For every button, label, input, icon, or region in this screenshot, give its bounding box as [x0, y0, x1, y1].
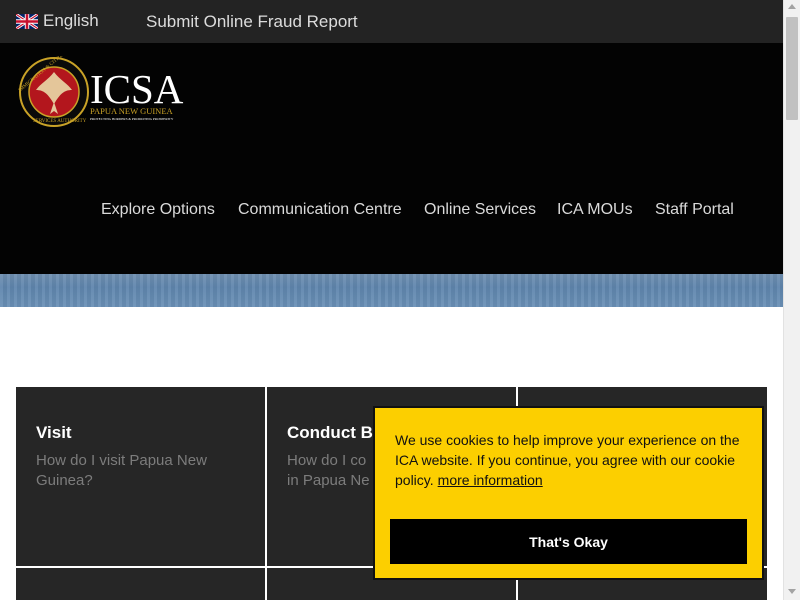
page-scrollbar[interactable]	[783, 0, 800, 600]
accept-cookies-button[interactable]: That's Okay	[390, 519, 747, 564]
icsa-logo[interactable]: IMMIGRATION & CITIZENSHIP SERVICES AUTHO…	[18, 56, 198, 128]
main-nav: Explore Options Communication Centre Onl…	[0, 201, 783, 223]
scroll-up-arrow-icon[interactable]	[788, 4, 796, 9]
cookie-banner: We use cookies to help improve your expe…	[373, 406, 764, 580]
language-label: English	[43, 11, 99, 30]
logo-tagline: PROTECTING BORDERS & PROMOTING PROSPERIT…	[90, 117, 174, 121]
more-information-link[interactable]: more information	[438, 472, 543, 488]
top-bar: English Submit Online Fraud Report	[0, 0, 783, 43]
scroll-thumb[interactable]	[786, 17, 798, 120]
nav-ica-mous[interactable]: ICA MOUs	[557, 201, 633, 219]
tile-title: Conduct B	[287, 423, 373, 442]
tile-visit[interactable]: Visit How do I visit Papua New Guinea?	[16, 387, 265, 566]
nav-online-services[interactable]: Online Services	[424, 201, 536, 219]
tile-row2-1[interactable]	[16, 568, 265, 600]
nav-explore-options[interactable]: Explore Options	[101, 201, 215, 219]
hero-image-strip	[0, 274, 783, 307]
tile-title: Visit	[36, 423, 72, 442]
nav-staff-portal[interactable]: Staff Portal	[655, 201, 734, 219]
tile-description: How do I co in Papua Ne	[287, 452, 370, 489]
fraud-report-link[interactable]: Submit Online Fraud Report	[146, 12, 358, 32]
cookie-message-block: We use cookies to help improve your expe…	[395, 430, 750, 490]
seal-text-bottom: SERVICES AUTHORITY	[33, 119, 87, 124]
tile-description: How do I visit Papua New Guinea?	[36, 452, 207, 489]
scroll-down-arrow-icon[interactable]	[788, 589, 796, 594]
site-header: IMMIGRATION & CITIZENSHIP SERVICES AUTHO…	[0, 43, 783, 274]
nav-communication-centre[interactable]: Communication Centre	[238, 201, 402, 219]
language-selector[interactable]: English	[16, 11, 99, 31]
uk-flag-icon	[16, 13, 38, 29]
page: English Submit Online Fraud Report IMMIG…	[0, 0, 800, 600]
logo-country: PAPUA NEW GUINEA	[90, 106, 174, 116]
